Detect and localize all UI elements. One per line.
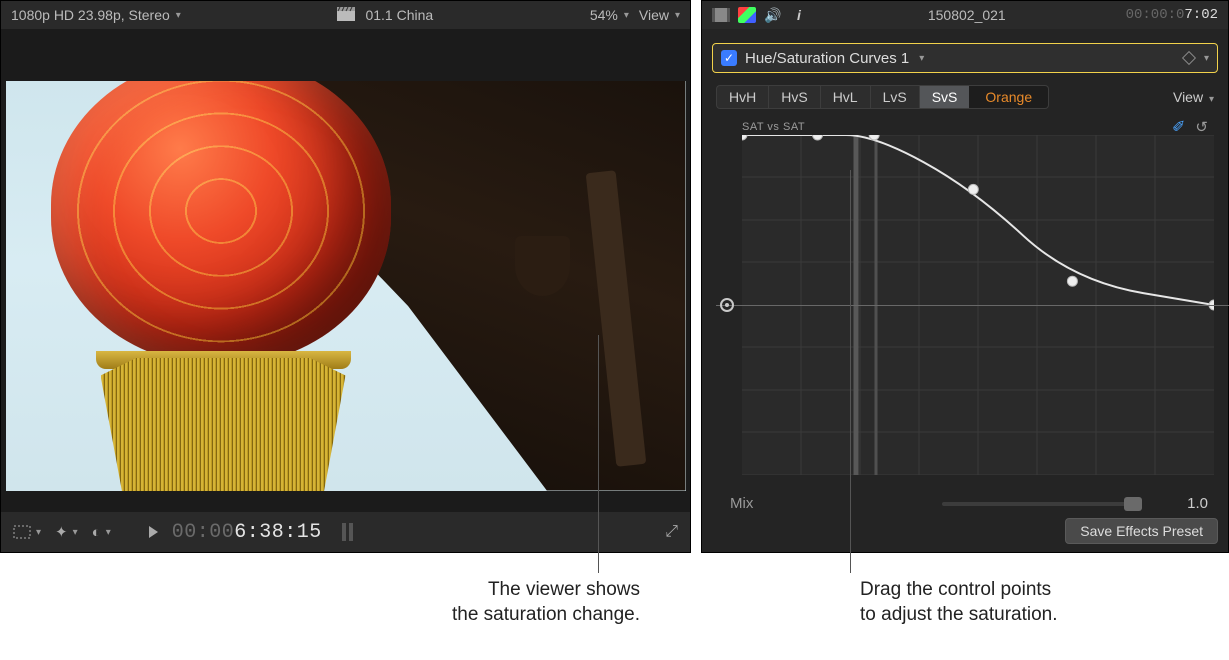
- inspector-timecode: 00:00:07:02: [1126, 7, 1218, 23]
- keyframe-icon[interactable]: [1182, 51, 1196, 65]
- mix-slider-thumb[interactable]: [1124, 497, 1142, 511]
- viewer-stage[interactable]: [1, 29, 690, 512]
- info-inspector-tab[interactable]: i: [790, 7, 808, 23]
- chevron-down-icon[interactable]: ▾: [1204, 53, 1209, 64]
- effect-enable-checkbox[interactable]: ✓: [721, 50, 737, 66]
- viewer-header: 1080p HD 23.98p, Stereo ▾ 01.1 China 54%…: [1, 1, 690, 29]
- tab-hvh[interactable]: HvH: [716, 85, 768, 109]
- mix-row: Mix 1.0: [702, 489, 1228, 512]
- clapboard-icon: [337, 7, 355, 24]
- tab-lvs[interactable]: LvS: [870, 85, 919, 109]
- effect-title-bar[interactable]: ✓ Hue/Saturation Curves 1 ▾ ▾: [712, 43, 1218, 73]
- audio-meter: [342, 523, 353, 541]
- curve-tab-row: HvH HvS HvL LvS SvS Orange View ▾: [702, 83, 1228, 111]
- callout-text: The viewer shows: [488, 579, 640, 600]
- curve-graph[interactable]: [742, 135, 1214, 475]
- fullscreen-button[interactable]: ⤢: [665, 523, 678, 541]
- viewer-video-frame: [6, 81, 686, 491]
- callout-text: Drag the control points: [860, 579, 1051, 600]
- view-label: View: [1173, 89, 1203, 105]
- clip-format-label: 1080p HD 23.98p, Stereo: [11, 7, 170, 23]
- effect-name: Hue/Saturation Curves 1: [745, 50, 909, 67]
- save-effects-preset-button[interactable]: Save Effects Preset: [1065, 518, 1218, 544]
- chevron-down-icon: ▾: [176, 10, 181, 21]
- enhance-tool-dropdown[interactable]: ✦ ▾: [55, 523, 78, 541]
- tc-dim: 00:00:0: [1126, 7, 1185, 23]
- curve-area: SAT vs SAT ✐ ↺: [716, 117, 1214, 489]
- inspector-panel: 🔊 i 150802_021 00:00:07:02 ✓ Hue/Saturat…: [701, 0, 1229, 553]
- play-button[interactable]: [149, 526, 158, 538]
- tab-svs[interactable]: SvS: [919, 85, 970, 109]
- callout-viewer: The viewer shows the saturation change.: [360, 578, 640, 627]
- mix-label: Mix: [730, 495, 753, 512]
- chevron-down-icon: ▾: [73, 527, 78, 538]
- clip-format[interactable]: 1080p HD 23.98p, Stereo ▾: [11, 7, 181, 23]
- crop-icon: [13, 525, 31, 539]
- tab-orange[interactable]: Orange: [969, 85, 1049, 109]
- timecode-display[interactable]: 00:006:38:15: [172, 521, 322, 544]
- viewer-footer: ▾ ✦ ▾ ◐ ▾ 00:006:38:15 ⤢: [1, 512, 690, 552]
- chevron-down-icon: ▾: [624, 10, 629, 21]
- tab-hvl[interactable]: HvL: [820, 85, 870, 109]
- timecode-dim: 00:00: [172, 521, 235, 544]
- inspector-view-dropdown[interactable]: View ▾: [1173, 89, 1214, 105]
- zero-marker-icon: [720, 298, 734, 312]
- viewer-panel: 1080p HD 23.98p, Stereo ▾ 01.1 China 54%…: [0, 0, 691, 553]
- chevron-down-icon: ▾: [106, 527, 111, 538]
- video-inspector-tab[interactable]: [712, 7, 730, 23]
- view-dropdown[interactable]: View ▾: [639, 7, 680, 23]
- chevron-down-icon: ▾: [1209, 94, 1214, 105]
- callout-leader-line: [598, 335, 599, 573]
- timecode-bright: 6:38:15: [234, 521, 322, 544]
- zoom-dropdown[interactable]: 54% ▾: [590, 7, 629, 23]
- chevron-down-icon: ▾: [675, 10, 680, 21]
- curve-control-point[interactable]: [742, 135, 747, 140]
- reset-button[interactable]: ↺: [1195, 118, 1208, 136]
- mix-value[interactable]: 1.0: [1162, 495, 1208, 512]
- curve-control-point[interactable]: [1067, 276, 1077, 286]
- retime-icon: ◐: [92, 524, 101, 541]
- curve-control-point[interactable]: [968, 184, 978, 194]
- callout-leader-line: [850, 170, 851, 573]
- inspector-header: 🔊 i 150802_021 00:00:07:02: [702, 1, 1228, 29]
- wand-icon: ✦: [55, 523, 68, 541]
- callout-text: to adjust the saturation.: [860, 604, 1058, 625]
- color-inspector-tab[interactable]: [738, 7, 756, 23]
- view-label: View: [639, 7, 669, 23]
- zoom-value: 54%: [590, 7, 618, 23]
- curve-label: SAT vs SAT: [742, 121, 1214, 133]
- tab-hvs[interactable]: HvS: [768, 85, 819, 109]
- clip-name[interactable]: 01.1 China: [365, 7, 433, 23]
- callout-curve: Drag the control points to adjust the sa…: [860, 578, 1140, 627]
- chevron-down-icon: ▾: [36, 527, 41, 538]
- curve-control-point[interactable]: [813, 135, 823, 140]
- retime-tool-dropdown[interactable]: ◐ ▾: [92, 524, 111, 541]
- inspector-clip-name: 150802_021: [928, 7, 1006, 23]
- audio-inspector-tab[interactable]: 🔊: [764, 7, 782, 23]
- mix-slider[interactable]: [942, 502, 1142, 506]
- tc-bright: 7:02: [1184, 7, 1218, 23]
- chevron-down-icon: ▾: [919, 53, 924, 64]
- transform-tool-dropdown[interactable]: ▾: [13, 525, 41, 539]
- callout-text: the saturation change.: [452, 604, 640, 625]
- eyedropper-button[interactable]: ✐: [1172, 117, 1185, 137]
